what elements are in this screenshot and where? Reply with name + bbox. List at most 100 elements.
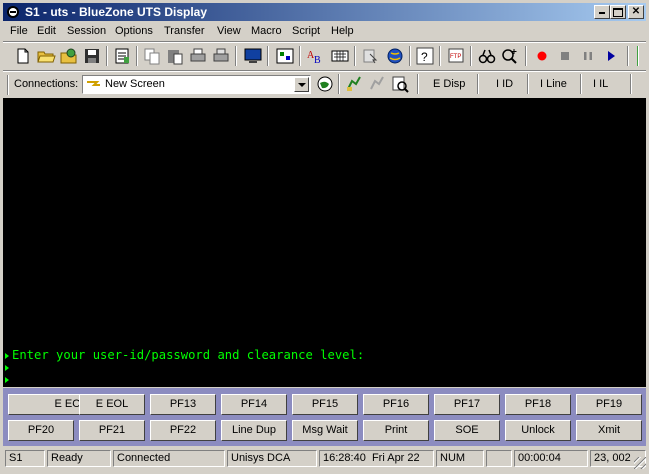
status-bar: S1 Ready Connected Unisys DCA 16:28:40 F… (3, 449, 646, 469)
fk-pf13[interactable]: PF13 (150, 394, 216, 415)
svg-text:?: ? (421, 50, 428, 64)
print-setup-icon[interactable] (211, 46, 231, 66)
ftp-icon[interactable]: FTP (446, 46, 466, 66)
play-icon[interactable] (601, 46, 621, 66)
toolbar-separator (527, 74, 529, 94)
status-session: S1 (5, 450, 45, 467)
hotspot-icon[interactable] (360, 46, 380, 66)
terminal-prompt: Enter your user-id/password and clearanc… (12, 348, 365, 362)
bluezone-window: S1 - uts - BlueZone UTS Display ✕ File E… (0, 0, 649, 474)
disconnect-icon[interactable] (367, 74, 387, 94)
fk-pf22[interactable]: PF22 (150, 420, 216, 441)
chevron-down-icon[interactable] (294, 77, 309, 92)
terminal-screen[interactable]: Enter your user-id/password and clearanc… (3, 98, 646, 387)
toolbar-divider (3, 70, 646, 72)
stop-icon[interactable] (555, 46, 575, 66)
status-time: 16:28:40 (323, 452, 366, 464)
menu-file[interactable]: File (10, 25, 28, 37)
record-icon[interactable] (532, 46, 552, 66)
fk-pf18[interactable]: PF18 (505, 394, 571, 415)
fk-pf21[interactable]: PF21 (79, 420, 145, 441)
fk-soe[interactable]: SOE (434, 420, 500, 441)
close-button[interactable]: ✕ (628, 5, 644, 19)
key-e-disp[interactable]: E Disp (433, 78, 465, 90)
field-marker-icon (5, 376, 9, 383)
toolbar-separator (417, 74, 419, 94)
toolbar-separator (627, 46, 629, 66)
toolbar-separator (235, 46, 237, 66)
menu-macro[interactable]: Macro (251, 25, 282, 37)
fk-unlock[interactable]: Unlock (505, 420, 571, 441)
zoom-icon[interactable] (500, 46, 520, 66)
field-marker-icon (5, 364, 9, 371)
status-blank (486, 450, 512, 467)
fk-xmit[interactable]: Xmit (576, 420, 642, 441)
close-icon: ✕ (631, 6, 641, 17)
fk-pf20[interactable]: PF20 (8, 420, 74, 441)
print-icon[interactable] (188, 46, 208, 66)
toolbar-separator (637, 46, 639, 66)
menu-divider (3, 41, 646, 43)
keypad-icon[interactable] (330, 46, 350, 66)
key-i-id[interactable]: I ID (496, 78, 513, 90)
connect-icon[interactable] (344, 74, 364, 94)
fk-e-eol[interactable]: E EOL (79, 394, 145, 415)
globe-icon[interactable] (385, 46, 405, 66)
s1-app-icon (7, 6, 19, 18)
connections-selected: New Screen (105, 78, 165, 90)
terminal-line-3[interactable] (5, 373, 12, 386)
lightning-icon (87, 81, 100, 86)
menu-edit[interactable]: Edit (37, 25, 56, 37)
fk-msg-wait[interactable]: Msg Wait (292, 420, 358, 441)
pause-icon[interactable] (578, 46, 598, 66)
new-document-icon[interactable] (13, 46, 33, 66)
main-toolbar: AB ? FTP (3, 44, 646, 70)
fk-pf14[interactable]: PF14 (221, 394, 287, 415)
settings-folder-icon[interactable] (59, 46, 79, 66)
maximize-button[interactable] (610, 5, 626, 19)
toolbar-separator (470, 46, 472, 66)
key-i-il[interactable]: I IL (593, 78, 608, 90)
paste-icon[interactable] (165, 46, 185, 66)
resize-grip[interactable] (634, 457, 646, 469)
fk-pf15[interactable]: PF15 (292, 394, 358, 415)
menu-session[interactable]: Session (67, 25, 106, 37)
status-host: Unisys DCA (227, 450, 317, 467)
fk-line-dup[interactable]: Line Dup (221, 420, 287, 441)
toolbar-grip (7, 75, 9, 95)
help-icon[interactable]: ? (415, 46, 435, 66)
connections-dropdown[interactable]: New Screen (82, 75, 311, 94)
display-icon[interactable] (243, 46, 263, 66)
menu-bar: File Edit Session Options Transfer View … (3, 23, 646, 41)
toolbar-separator (630, 74, 632, 94)
fk-pf16[interactable]: PF16 (363, 394, 429, 415)
minimize-button[interactable] (594, 5, 610, 19)
menu-help[interactable]: Help (331, 25, 354, 37)
toolbar-separator (580, 74, 582, 94)
toolbar-separator (525, 46, 527, 66)
menu-transfer[interactable]: Transfer (164, 25, 205, 37)
save-icon[interactable] (82, 46, 102, 66)
fk-print[interactable]: Print (363, 420, 429, 441)
fk-pf17[interactable]: PF17 (434, 394, 500, 415)
binoculars-icon[interactable] (477, 46, 497, 66)
status-num: NUM (436, 450, 484, 467)
toolbar-separator (338, 74, 340, 94)
fk-pf19[interactable]: PF19 (576, 394, 642, 415)
toolbar-separator (136, 46, 138, 66)
copy-icon[interactable] (142, 46, 162, 66)
key-i-line[interactable]: I Line (540, 78, 567, 90)
function-key-panel: E EOF E EOL PF13 PF14 PF15 PF16 PF17 PF1… (3, 388, 646, 446)
menu-options[interactable]: Options (115, 25, 153, 37)
open-folder-icon[interactable] (36, 46, 56, 66)
font-icon[interactable]: AB (305, 46, 325, 66)
notepad-icon[interactable] (112, 46, 132, 66)
session-properties-icon[interactable] (390, 74, 410, 94)
keyboard-map-icon[interactable] (275, 46, 295, 66)
status-state: Ready (47, 450, 111, 467)
menu-script[interactable]: Script (292, 25, 320, 37)
web-globe-icon[interactable] (315, 74, 335, 94)
status-connection: Connected (113, 450, 225, 467)
title-bar[interactable]: S1 - uts - BlueZone UTS Display ✕ (3, 3, 646, 21)
menu-view[interactable]: View (217, 25, 241, 37)
